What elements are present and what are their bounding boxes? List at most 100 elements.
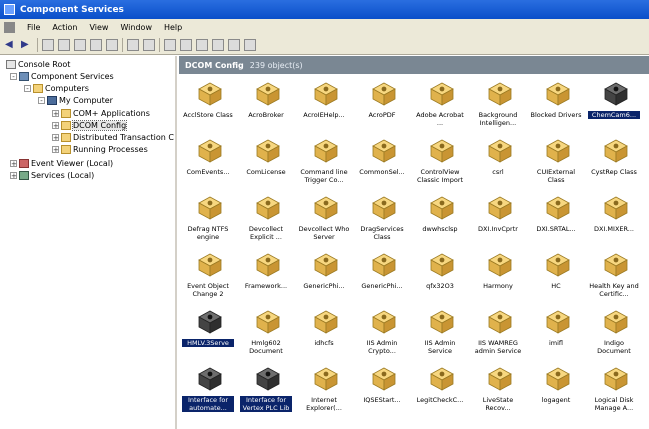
show-hide-tree-icon[interactable] [58,38,70,51]
dcom-object-item[interactable]: CommonSel... [356,138,408,198]
dcom-object-item[interactable]: AcroBroker [240,81,292,141]
dcom-object-item[interactable]: HC [530,252,582,312]
dcom-object-item[interactable]: LegitCheckC... [414,366,466,426]
tree-node-event-viewer[interactable]: + Event Viewer (Local) [10,158,113,169]
export-list-icon[interactable] [127,38,139,51]
dcom-object-item[interactable]: Devcollect Who Server [298,195,350,255]
tree-node-computers[interactable]: - Computers [24,83,89,94]
menu-window[interactable]: Window [120,23,152,32]
dcom-object-item[interactable]: DXI.InvCprtr [472,195,524,255]
dcom-object-item[interactable]: Health Key and Certific... [588,252,640,312]
component-box-icon [429,81,455,107]
tree-node-complus-applications[interactable]: + COM+ Applications [52,108,150,119]
dcom-object-item[interactable]: qfx32O3 [414,252,466,312]
detail-view-icon[interactable] [228,38,240,51]
dcom-object-item[interactable]: ControlView Classic Import [414,138,466,198]
dcom-object-item[interactable]: ComLicense [240,138,292,198]
delete-icon[interactable] [74,38,86,51]
menu-help[interactable]: Help [164,23,182,32]
expand-icon[interactable]: + [52,134,59,142]
dcom-object-item[interactable]: Hmlg602 Document [240,309,292,369]
collapse-icon[interactable]: - [10,73,17,81]
tree-node-distributed-transaction[interactable]: + Distributed Transaction C [52,132,174,143]
dcom-object-item[interactable]: ComEvents... [182,138,234,198]
dcom-object-item[interactable]: IIS Admin Crypto... [356,309,408,369]
dcom-object-item[interactable]: IIS Admin Service [414,309,466,369]
list-view-icon[interactable] [212,38,224,51]
dcom-object-item[interactable]: AcroIEHelp... [298,81,350,141]
dcom-object-item[interactable]: HMLV.3Serve [182,309,234,369]
dcom-object-label: IIS Admin Crypto... [366,339,398,355]
configure-icon[interactable] [244,38,256,51]
menu-bar: File Action View Window Help [0,19,649,35]
dcom-object-item[interactable]: csrl [472,138,524,198]
dcom-object-item[interactable]: Internet Explorer(... [298,366,350,426]
dcom-object-item[interactable]: Framework... [240,252,292,312]
dcom-object-item[interactable]: Harmony [472,252,524,312]
dcom-object-item[interactable]: Indigo Document [588,309,640,369]
expand-icon[interactable]: + [52,122,59,130]
dcom-object-item[interactable]: CystRep Class [588,138,640,198]
dcom-object-item[interactable]: Logical Disk Manage A... [588,366,640,426]
small-icons-view-icon[interactable] [196,38,208,51]
dcom-object-item[interactable]: dwwhsclsp [414,195,466,255]
dcom-object-item[interactable]: GenericPhi... [298,252,350,312]
menu-view[interactable]: View [89,23,108,32]
tree-node-services[interactable]: + Services (Local) [10,170,94,181]
component-box-icon [371,366,397,392]
toolbar: ◀ ▶ [0,35,649,55]
dcom-object-item[interactable]: AcclStore Class [182,81,234,141]
dcom-object-item[interactable]: IIS WAMREG admin Service [472,309,524,369]
expand-icon[interactable]: + [10,172,17,180]
dcom-object-item[interactable]: idhcfs [298,309,350,369]
tree-node-my-computer[interactable]: - My Computer [38,95,113,106]
up-one-level-icon[interactable] [42,38,54,51]
expand-icon[interactable]: + [10,160,17,168]
dcom-object-item[interactable]: Event Object Change 2 [182,252,234,312]
dcom-object-item[interactable]: Background Intelligen... [472,81,524,141]
dcom-object-item[interactable]: LiveState Recov... [472,366,524,426]
dcom-object-item[interactable]: Defrag NTFS engine [182,195,234,255]
dcom-object-label: Command line Trigger Co... [300,168,348,184]
console-tree: Console Root - Component Services - Comp… [0,56,177,429]
dcom-object-item[interactable]: DXI.MIXER... [588,195,640,255]
expand-icon[interactable]: + [52,146,59,154]
dcom-object-item[interactable]: DXI.SRTAL... [530,195,582,255]
collapse-icon[interactable]: - [24,85,31,93]
tree-node-running-processes[interactable]: + Running Processes [52,144,148,155]
tree-node-console-root[interactable]: Console Root [6,59,70,70]
menu-file[interactable]: File [27,23,40,32]
result-pane-header: DCOM Config 239 object(s) [179,56,649,74]
forward-icon[interactable]: ▶ [21,39,33,51]
dcom-object-item[interactable]: DragServices Class [356,195,408,255]
component-box-icon [545,195,571,221]
dcom-object-item[interactable]: logagent [530,366,582,426]
tree-node-dcom-config[interactable]: + DCOM Config [52,120,128,131]
dcom-object-item[interactable]: Interface for Vertex PLC Lib [240,366,292,426]
dcom-object-item[interactable]: IQSEStart... [356,366,408,426]
dcom-object-item[interactable]: Devcollect Explicit ... [240,195,292,255]
dcom-object-item[interactable]: ChemCam6... [588,81,640,141]
help-icon[interactable] [143,38,155,51]
menu-action[interactable]: Action [52,23,77,32]
system-menu-icon[interactable] [4,21,15,33]
dcom-object-label: DXI.SRTAL... [536,225,576,233]
back-icon[interactable]: ◀ [5,39,17,51]
dcom-object-item[interactable]: imifl [530,309,582,369]
dcom-object-item[interactable]: CUIExternal Class [530,138,582,198]
dcom-object-item[interactable]: AcroPDF [356,81,408,141]
component-box-icon [487,309,513,335]
stop-icon[interactable] [164,38,176,51]
refresh-icon[interactable] [106,38,118,51]
dcom-object-item[interactable]: Interface for automate... [182,366,234,426]
tree-node-component-services[interactable]: - Component Services [10,71,114,82]
dcom-object-item[interactable]: GenericPhi... [356,252,408,312]
expand-icon[interactable]: + [52,110,59,118]
large-icons-view-icon[interactable] [180,38,192,51]
collapse-icon[interactable]: - [38,97,45,105]
dcom-object-item[interactable]: Adobe Acrobat ... [414,81,466,141]
dcom-object-label: Logical Disk Manage A... [594,396,634,412]
dcom-object-item[interactable]: Blocked Drivers [530,81,582,141]
properties-icon[interactable] [90,38,102,51]
dcom-object-item[interactable]: Command line Trigger Co... [298,138,350,198]
